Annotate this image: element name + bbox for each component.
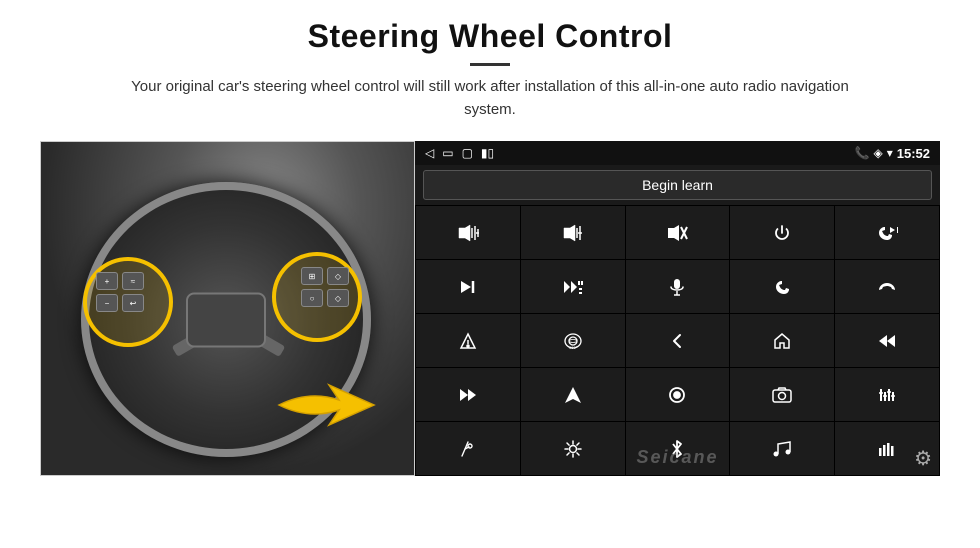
play-skip-button[interactable] — [521, 260, 625, 313]
home-button[interactable] — [730, 314, 834, 367]
phone-status-icon: 📞 — [855, 146, 870, 160]
learn-button-row: Begin learn — [415, 165, 940, 205]
subtitle-text: Your original car's steering wheel contr… — [110, 76, 870, 121]
status-bar: ◁ ▭ ▢ ▮▯ 📞 ◈ ▾ 15:52 — [415, 141, 940, 165]
svg-text:360°: 360° — [569, 345, 578, 350]
camera-button[interactable] — [730, 368, 834, 421]
page-title: Steering Wheel Control — [40, 18, 940, 55]
music-button[interactable] — [730, 422, 834, 475]
page-container: Steering Wheel Control Your original car… — [0, 0, 980, 548]
settings2-button[interactable] — [521, 422, 625, 475]
status-bar-right: 📞 ◈ ▾ 15:52 — [855, 146, 930, 161]
vol-up-button[interactable] — [416, 206, 520, 259]
sw-btn-hook: ↩ — [122, 294, 144, 312]
mute-button[interactable] — [626, 206, 730, 259]
phone-button[interactable] — [730, 260, 834, 313]
content-row: + ≈ − ↩ ⊞ ◇ ○ ◇ — [40, 141, 940, 548]
sw-btn-r1: ⊞ — [301, 267, 323, 285]
equalizer-button[interactable] — [835, 368, 939, 421]
sw-btn-minus: − — [96, 294, 118, 312]
fast-forward-button[interactable] — [416, 368, 520, 421]
mic-button[interactable] — [626, 260, 730, 313]
camera-360-button[interactable]: 360° — [521, 314, 625, 367]
begin-learn-button[interactable]: Begin learn — [423, 170, 932, 200]
sw-btn-r4: ◇ — [327, 289, 349, 307]
next-track-button[interactable] — [416, 260, 520, 313]
power-button[interactable] — [730, 206, 834, 259]
sw-btn-mode: ≈ — [122, 272, 144, 290]
sw-button-cluster-right: ⊞ ◇ ○ ◇ — [301, 267, 349, 329]
title-section: Steering Wheel Control Your original car… — [40, 18, 940, 135]
phone-prev-button[interactable] — [835, 206, 939, 259]
navigate-button[interactable] — [521, 368, 625, 421]
yellow-arrow — [269, 370, 379, 440]
status-bar-left: ◁ ▭ ▢ ▮▯ — [425, 146, 494, 160]
enter-button[interactable] — [626, 368, 730, 421]
clock-display: 15:52 — [897, 146, 930, 161]
hang-up-button[interactable] — [835, 260, 939, 313]
sw-btn-r3: ○ — [301, 289, 323, 307]
wheel-center — [186, 292, 266, 347]
sw-btn-r2: ◇ — [327, 267, 349, 285]
home-nav-icon[interactable]: ▭ — [442, 146, 453, 160]
back-nav-icon[interactable]: ◁ — [425, 146, 434, 160]
controls-grid: 360° — [415, 205, 940, 476]
bluetooth-button[interactable] — [626, 422, 730, 475]
recent-nav-icon[interactable]: ▢ — [462, 146, 473, 160]
location-icon: ◈ — [873, 146, 882, 160]
gear-icon[interactable]: ⚙ — [914, 446, 932, 471]
vol-down-button[interactable] — [521, 206, 625, 259]
steering-wheel-image: + ≈ − ↩ ⊞ ◇ ○ ◇ — [40, 141, 415, 476]
sw-button-cluster-left: + ≈ − ↩ — [96, 272, 144, 334]
sw-btn-plus: + — [96, 272, 118, 290]
alert-button[interactable] — [416, 314, 520, 367]
head-unit-screen: ◁ ▭ ▢ ▮▯ 📞 ◈ ▾ 15:52 Begin learn — [415, 141, 940, 476]
mic2-button[interactable] — [416, 422, 520, 475]
back-button[interactable] — [626, 314, 730, 367]
wifi-icon: ▾ — [887, 146, 893, 160]
battery-icon: ▮▯ — [481, 146, 494, 160]
title-divider — [470, 63, 510, 66]
rewind-button[interactable] — [835, 314, 939, 367]
